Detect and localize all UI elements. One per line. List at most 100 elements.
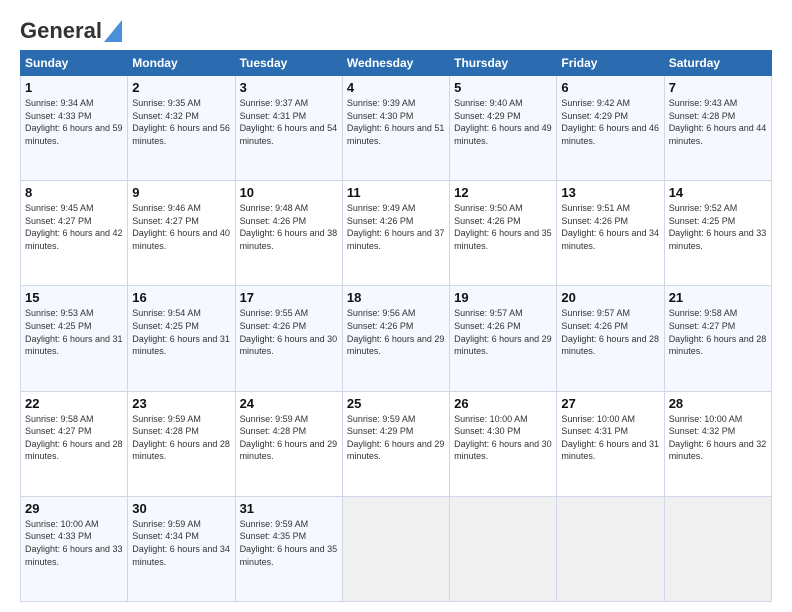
day-number: 31 [240,501,338,516]
day-number: 26 [454,396,552,411]
day-number: 7 [669,80,767,95]
calendar-body: 1Sunrise: 9:34 AMSunset: 4:33 PMDaylight… [21,76,772,602]
col-wednesday: Wednesday [342,51,449,76]
cell-info: Sunrise: 9:59 AMSunset: 4:28 PMDaylight:… [132,413,230,463]
cell-info: Sunrise: 9:40 AMSunset: 4:29 PMDaylight:… [454,97,552,147]
day-number: 28 [669,396,767,411]
cell-info: Sunrise: 9:58 AMSunset: 4:27 PMDaylight:… [25,413,123,463]
day-number: 3 [240,80,338,95]
cell-info: Sunrise: 9:59 AMSunset: 4:35 PMDaylight:… [240,518,338,568]
day-number: 5 [454,80,552,95]
logo: General [20,18,122,40]
table-row [664,496,771,601]
table-row: 2 Sunrise: 9:35 AMSunset: 4:32 PMDaylight… [128,76,235,181]
day-number: 2 [132,80,230,95]
cell-info: Sunrise: 10:00 AMSunset: 4:31 PMDaylight… [561,413,659,463]
table-row: 7 Sunrise: 9:43 AMSunset: 4:28 PMDaylight… [664,76,771,181]
table-row: 29Sunrise: 10:00 AMSunset: 4:33 PMDaylig… [21,496,128,601]
table-row: 14 Sunrise: 9:52 AMSunset: 4:25 PMDayligh… [664,181,771,286]
day-number: 20 [561,290,659,305]
table-row: 17Sunrise: 9:55 AMSunset: 4:26 PMDayligh… [235,286,342,391]
cell-info: Sunrise: 10:00 AMSunset: 4:30 PMDaylight… [454,413,552,463]
day-number: 1 [25,80,123,95]
day-number: 4 [347,80,445,95]
day-number: 16 [132,290,230,305]
day-number: 15 [25,290,123,305]
cell-info: Sunrise: 9:37 AMSunset: 4:31 PMDaylight:… [240,97,338,147]
calendar-header: Sunday Monday Tuesday Wednesday Thursday… [21,51,772,76]
logo-triangle-icon [104,20,122,42]
day-number: 21 [669,290,767,305]
table-row: 10 Sunrise: 9:48 AMSunset: 4:26 PMDayligh… [235,181,342,286]
table-row: 3 Sunrise: 9:37 AMSunset: 4:31 PMDaylight… [235,76,342,181]
table-row: 13 Sunrise: 9:51 AMSunset: 4:26 PMDayligh… [557,181,664,286]
cell-info: Sunrise: 9:42 AMSunset: 4:29 PMDaylight:… [561,97,659,147]
calendar-table: Sunday Monday Tuesday Wednesday Thursday… [20,50,772,602]
day-number: 30 [132,501,230,516]
day-number: 14 [669,185,767,200]
cell-info: Sunrise: 9:59 AMSunset: 4:28 PMDaylight:… [240,413,338,463]
table-row: 19 Sunrise: 9:57 AMSunset: 4:26 PMDayligh… [450,286,557,391]
cell-info: Sunrise: 9:52 AMSunset: 4:25 PMDaylight:… [669,202,767,252]
col-monday: Monday [128,51,235,76]
day-number: 6 [561,80,659,95]
table-row: 22 Sunrise: 9:58 AMSunset: 4:27 PMDayligh… [21,391,128,496]
cell-info: Sunrise: 9:58 AMSunset: 4:27 PMDaylight:… [669,307,767,357]
table-row: 15 Sunrise: 9:53 AMSunset: 4:25 PMDayligh… [21,286,128,391]
col-friday: Friday [557,51,664,76]
day-number: 22 [25,396,123,411]
table-row: 24 Sunrise: 9:59 AMSunset: 4:28 PMDayligh… [235,391,342,496]
table-row: 27 Sunrise: 10:00 AMSunset: 4:31 PMDaylig… [557,391,664,496]
cell-info: Sunrise: 9:35 AMSunset: 4:32 PMDaylight:… [132,97,230,147]
cell-info: Sunrise: 9:56 AMSunset: 4:26 PMDaylight:… [347,307,445,357]
logo-general: General [20,18,102,44]
page: General Sunday Monday Tuesday Wednesday … [0,0,792,612]
col-saturday: Saturday [664,51,771,76]
day-number: 27 [561,396,659,411]
cell-info: Sunrise: 9:49 AMSunset: 4:26 PMDaylight:… [347,202,445,252]
cell-info: Sunrise: 9:59 AMSunset: 4:34 PMDaylight:… [132,518,230,568]
cell-info: Sunrise: 9:51 AMSunset: 4:26 PMDaylight:… [561,202,659,252]
cell-info: Sunrise: 9:45 AMSunset: 4:27 PMDaylight:… [25,202,123,252]
cell-info: Sunrise: 9:59 AMSunset: 4:29 PMDaylight:… [347,413,445,463]
table-row [557,496,664,601]
day-number: 23 [132,396,230,411]
day-number: 29 [25,501,123,516]
col-thursday: Thursday [450,51,557,76]
cell-info: Sunrise: 9:57 AMSunset: 4:26 PMDaylight:… [454,307,552,357]
day-number: 19 [454,290,552,305]
table-row: 4 Sunrise: 9:39 AMSunset: 4:30 PMDaylight… [342,76,449,181]
table-row: 12 Sunrise: 9:50 AMSunset: 4:26 PMDayligh… [450,181,557,286]
table-row: 20Sunrise: 9:57 AMSunset: 4:26 PMDayligh… [557,286,664,391]
header: General [20,18,772,40]
cell-info: Sunrise: 9:48 AMSunset: 4:26 PMDaylight:… [240,202,338,252]
cell-info: Sunrise: 9:46 AMSunset: 4:27 PMDaylight:… [132,202,230,252]
table-row: 28 Sunrise: 10:00 AMSunset: 4:32 PMDaylig… [664,391,771,496]
day-number: 13 [561,185,659,200]
day-number: 11 [347,185,445,200]
table-row [450,496,557,601]
table-row: 5 Sunrise: 9:40 AMSunset: 4:29 PMDaylight… [450,76,557,181]
cell-info: Sunrise: 9:55 AMSunset: 4:26 PMDaylight:… [240,307,338,357]
day-number: 24 [240,396,338,411]
cell-info: Sunrise: 9:53 AMSunset: 4:25 PMDaylight:… [25,307,123,357]
col-tuesday: Tuesday [235,51,342,76]
cell-info: Sunrise: 9:50 AMSunset: 4:26 PMDaylight:… [454,202,552,252]
cell-info: Sunrise: 9:39 AMSunset: 4:30 PMDaylight:… [347,97,445,147]
table-row: 18Sunrise: 9:56 AMSunset: 4:26 PMDayligh… [342,286,449,391]
cell-info: Sunrise: 9:43 AMSunset: 4:28 PMDaylight:… [669,97,767,147]
table-row: 11 Sunrise: 9:49 AMSunset: 4:26 PMDayligh… [342,181,449,286]
day-number: 12 [454,185,552,200]
table-row: 26 Sunrise: 10:00 AMSunset: 4:30 PMDaylig… [450,391,557,496]
cell-info: Sunrise: 9:54 AMSunset: 4:25 PMDaylight:… [132,307,230,357]
table-row: 8Sunrise: 9:45 AMSunset: 4:27 PMDaylight… [21,181,128,286]
day-number: 10 [240,185,338,200]
table-row: 31 Sunrise: 9:59 AMSunset: 4:35 PMDayligh… [235,496,342,601]
table-row: 16 Sunrise: 9:54 AMSunset: 4:25 PMDayligh… [128,286,235,391]
cell-info: Sunrise: 10:00 AMSunset: 4:32 PMDaylight… [669,413,767,463]
table-row: 9Sunrise: 9:46 AMSunset: 4:27 PMDaylight… [128,181,235,286]
table-row [342,496,449,601]
table-row: 23 Sunrise: 9:59 AMSunset: 4:28 PMDayligh… [128,391,235,496]
table-row: 21 Sunrise: 9:58 AMSunset: 4:27 PMDayligh… [664,286,771,391]
col-sunday: Sunday [21,51,128,76]
